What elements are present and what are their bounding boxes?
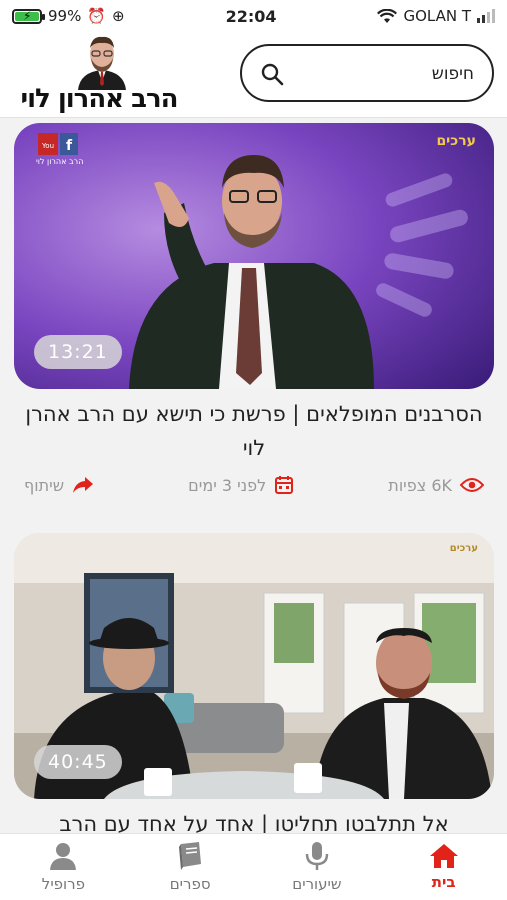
carrier-name: GOLAN T bbox=[403, 7, 471, 25]
logo-text: הרב אהרון לוי bbox=[20, 84, 178, 114]
battery-percent: 99% bbox=[48, 7, 82, 25]
channel-watermark: ערכים bbox=[436, 133, 476, 149]
book-icon bbox=[179, 842, 202, 870]
video-title[interactable]: אל תתלבטו תחליטו | אחד על אחד עם הרב bbox=[14, 807, 494, 833]
signal-icon bbox=[477, 9, 495, 23]
tab-home[interactable]: בית bbox=[389, 843, 499, 891]
svg-text:f: f bbox=[66, 138, 73, 154]
microphone-icon bbox=[305, 842, 329, 870]
video-card[interactable]: ערכים 40:45 אל תתלבטו תחליטו | אחד על אח… bbox=[14, 533, 494, 833]
wifi-icon bbox=[377, 8, 398, 23]
video-duration: 40:45 bbox=[34, 745, 122, 779]
home-icon bbox=[429, 844, 458, 868]
clock: 22:04 bbox=[225, 6, 277, 26]
app-header: הרב אהרון לוי bbox=[0, 32, 507, 118]
calendar-icon bbox=[275, 476, 294, 494]
video-feed: f You הרב אהרון לוי ערכים 13:21 הסרבנים … bbox=[0, 119, 507, 833]
user-icon bbox=[50, 843, 77, 870]
bottom-nav: בית שיעורים ספרים פרופיל bbox=[0, 833, 507, 900]
search-input[interactable] bbox=[294, 60, 474, 88]
share-label: שיתוף bbox=[24, 475, 65, 495]
tab-lessons[interactable]: שיעורים bbox=[262, 841, 372, 893]
eye-icon bbox=[460, 478, 484, 492]
video-card[interactable]: f You הרב אהרון לוי ערכים 13:21 הסרבנים … bbox=[14, 123, 494, 495]
tab-profile[interactable]: פרופיל bbox=[8, 841, 118, 893]
video-duration: 13:21 bbox=[34, 335, 122, 369]
video-meta: 6K צפיות לפני 3 ימים שיתוף bbox=[14, 475, 494, 495]
status-bar: ⚡ 99% ⏰ ⊕ 22:04 GOLAN T bbox=[0, 0, 507, 32]
tab-label: פרופיל bbox=[41, 875, 85, 893]
battery-icon: ⚡ bbox=[12, 8, 45, 24]
svg-text:You: You bbox=[41, 142, 54, 150]
app-logo[interactable]: הרב אהרון לוי bbox=[14, 32, 184, 116]
video-thumbnail[interactable]: ערכים 40:45 bbox=[14, 533, 494, 799]
tab-label: שיעורים bbox=[292, 875, 342, 893]
views-count: 6K צפיות bbox=[388, 476, 484, 495]
share-icon bbox=[73, 477, 94, 493]
search-icon bbox=[261, 63, 284, 86]
video-thumbnail[interactable]: f You הרב אהרון לוי ערכים 13:21 bbox=[14, 123, 494, 389]
video-title[interactable]: הסרבנים המופלאים | פרשת כי תישא עם הרב א… bbox=[14, 397, 494, 465]
status-right: GOLAN T bbox=[377, 7, 495, 25]
rabbi-portrait-icon bbox=[78, 36, 126, 90]
tab-label: בית bbox=[431, 873, 456, 891]
tab-books[interactable]: ספרים bbox=[135, 841, 245, 893]
upload-date: לפני 3 ימים bbox=[188, 475, 294, 495]
date-text: לפני 3 ימים bbox=[188, 475, 267, 495]
alarm-icon: ⏰ bbox=[87, 7, 107, 25]
share-button[interactable]: שיתוף bbox=[24, 476, 94, 495]
channel-watermark: ערכים bbox=[449, 543, 478, 554]
tab-label: ספרים bbox=[169, 875, 211, 893]
rotation-lock-icon: ⊕ bbox=[112, 7, 125, 25]
search-bar[interactable] bbox=[240, 44, 494, 102]
thumbnail-social-caption: הרב אהרון לוי bbox=[36, 157, 84, 166]
views-text: 6K צפיות bbox=[388, 475, 452, 495]
status-left: ⚡ 99% ⏰ ⊕ bbox=[12, 7, 125, 25]
